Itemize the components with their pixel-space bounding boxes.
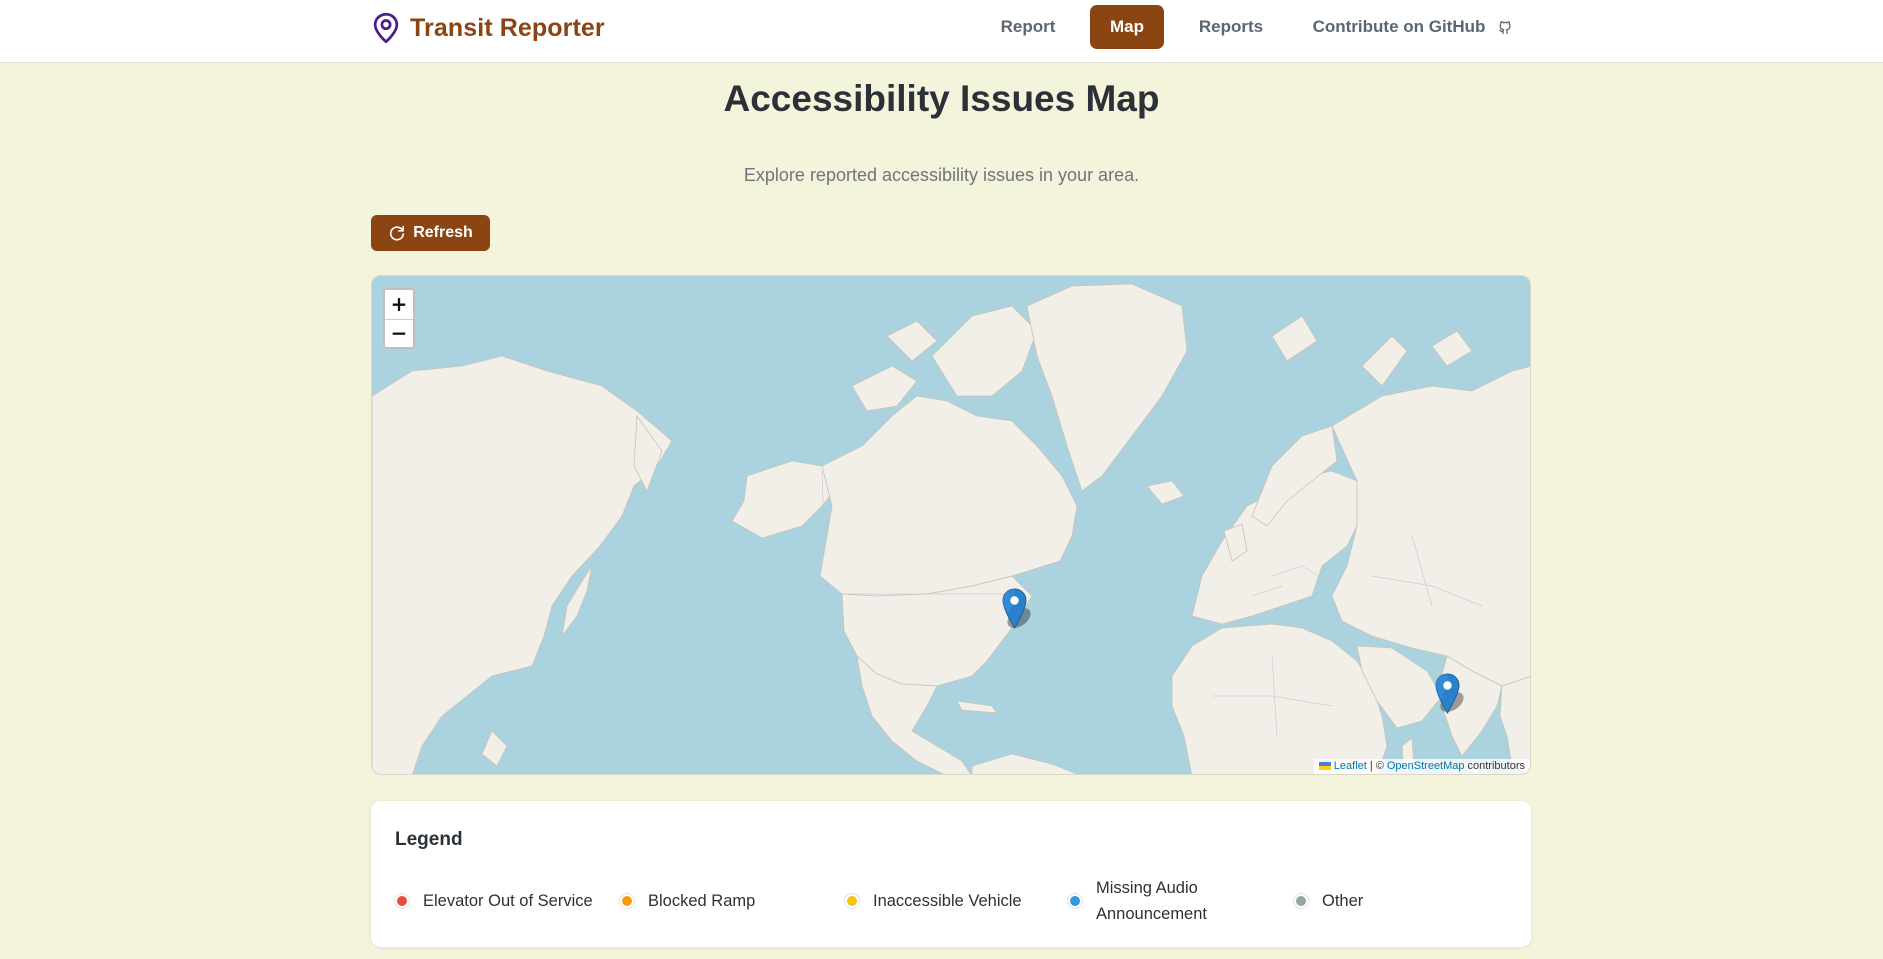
- map-marker-icon[interactable]: [1435, 673, 1460, 714]
- top-navbar: Transit Reporter Report Map Reports Cont…: [0, 0, 1883, 63]
- attribution-separator: | ©: [1369, 760, 1384, 772]
- legend-item-elevator: Elevator Out of Service: [395, 875, 605, 927]
- refresh-icon: [390, 225, 405, 241]
- legend-dot: [845, 894, 859, 908]
- legend-item-blocked-ramp: Blocked Ramp: [620, 875, 820, 927]
- nav-link-report[interactable]: Report: [988, 5, 1068, 49]
- legend-item-inaccessible-vehicle: Inaccessible Vehicle: [845, 875, 1045, 927]
- map-attribution: Leaflet | © OpenStreetMap contributors: [1313, 759, 1530, 774]
- nav-link-github-label: Contribute on GitHub: [1312, 17, 1486, 36]
- nav-link-reports[interactable]: Reports: [1188, 5, 1274, 49]
- legend-dot: [1068, 894, 1082, 908]
- nav-link-github[interactable]: Contribute on GitHub: [1308, 5, 1518, 49]
- legend-label: Missing Audio Announcement: [1096, 879, 1207, 923]
- nav-link-report-label: Report: [1000, 17, 1056, 36]
- world-map-tiles[interactable]: [372, 276, 1531, 775]
- legend-item-other: Other: [1294, 875, 1434, 927]
- github-icon: [1499, 21, 1512, 35]
- main-nav: Report Map Reports Contribute on GitHub: [0, 5, 1883, 49]
- issues-map[interactable]: + − Leaflet | © OpenStreetMap contributo…: [371, 275, 1531, 775]
- legend-card: Legend Elevator Out of Service Blocked R…: [371, 801, 1531, 947]
- nav-link-reports-label: Reports: [1198, 17, 1264, 36]
- legend-dot: [1294, 894, 1308, 908]
- legend-label: Elevator Out of Service: [423, 892, 593, 910]
- map-marker-icon[interactable]: [1002, 588, 1027, 629]
- legend-label: Other: [1322, 892, 1364, 910]
- zoom-control: + −: [383, 288, 415, 349]
- ukraine-flag-icon: [1318, 762, 1331, 770]
- legend-title: Legend: [395, 829, 463, 850]
- zoom-out-button[interactable]: −: [385, 318, 413, 347]
- legend-label: Inaccessible Vehicle: [873, 892, 1022, 910]
- attribution-suffix: contributors: [1467, 760, 1525, 772]
- openstreetmap-link[interactable]: OpenStreetMap: [1387, 760, 1465, 772]
- page-subtitle: Explore reported accessibility issues in…: [743, 165, 1140, 185]
- refresh-button[interactable]: Refresh: [371, 215, 490, 251]
- legend-label: Blocked Ramp: [648, 892, 756, 910]
- nav-link-map-label: Map: [1110, 17, 1144, 36]
- refresh-button-label: Refresh: [413, 224, 473, 241]
- legend-dot: [395, 894, 409, 908]
- legend-item-missing-audio: Missing Audio Announcement: [1068, 875, 1238, 927]
- leaflet-link[interactable]: Leaflet: [1334, 760, 1367, 772]
- legend-dot: [620, 894, 634, 908]
- nav-link-map[interactable]: Map: [1090, 5, 1164, 49]
- page-title: Accessibility Issues Map: [723, 78, 1160, 119]
- zoom-in-button[interactable]: +: [385, 290, 413, 319]
